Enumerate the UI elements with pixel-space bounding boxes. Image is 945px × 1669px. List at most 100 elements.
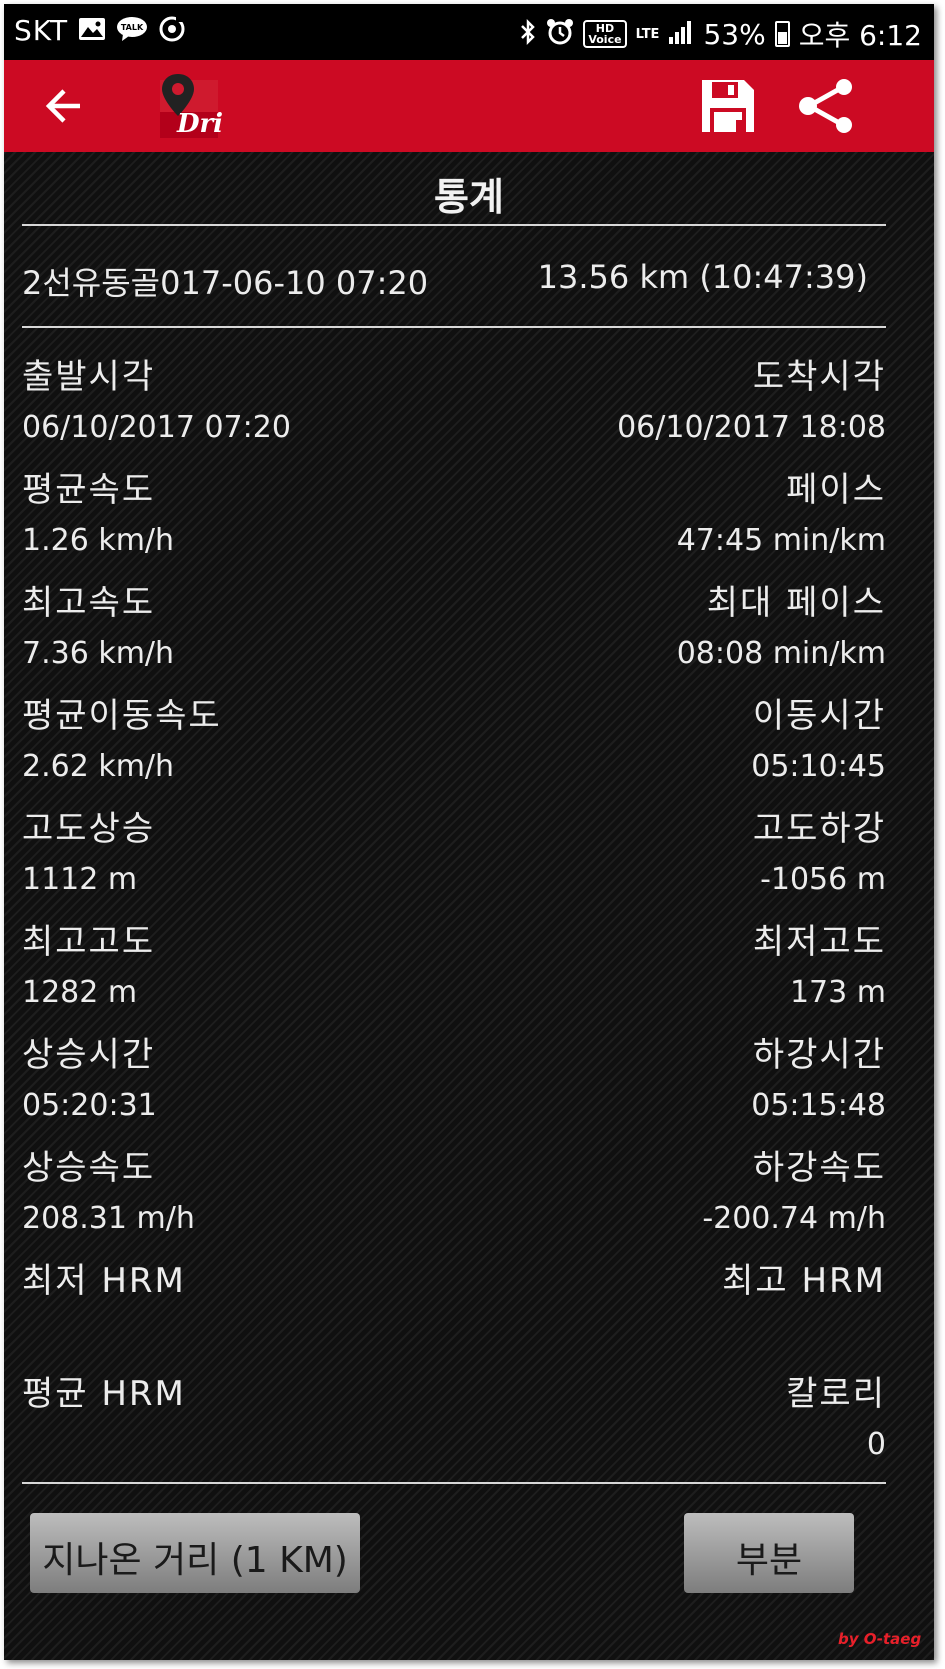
save-button[interactable] [696, 74, 760, 138]
phone-screen: SKT TALK HD Voice LTE 53% 오후 6:12 Dri 통계… [4, 4, 934, 1660]
stat-value: 06/10/2017 07:20 [22, 410, 291, 445]
share-button[interactable] [794, 74, 858, 138]
battery-percent: 53% [703, 17, 766, 51]
stat-left: 평균속도 1.26 km/h [22, 469, 174, 561]
stat-value: 06/10/2017 18:08 [617, 410, 886, 445]
stat-label: 최대 페이스 [706, 583, 886, 623]
app-logo: Dri [154, 72, 222, 142]
stat-label: 최저고도 [752, 922, 886, 962]
stat-label: 하강속도 [752, 1148, 886, 1188]
trip-name: 2선유동골017-06-10 07:20 [22, 264, 429, 302]
app-logo-icon: Dri [160, 74, 222, 139]
stat-label: 이동시간 [752, 696, 886, 736]
stat-left: 상승시간 05:20:31 [22, 1034, 157, 1126]
stat-left: 평균 HRM [22, 1373, 186, 1425]
stat-left: 고도상승 1112 m [22, 808, 155, 900]
stat-value: 208.31 m/h [22, 1201, 195, 1236]
stat-value: -1056 m [760, 862, 886, 897]
stat-row: 평균 HRM 칼로리 0 [22, 1373, 886, 1487]
stat-label: 도착시각 [752, 357, 886, 397]
distance-button[interactable]: 지나온 거리 (1 KM) [30, 1513, 360, 1593]
signal-icon [668, 19, 694, 49]
stat-label: 상승시간 [22, 1035, 156, 1075]
status-bar: SKT TALK HD Voice LTE 53% 오후 6:12 [4, 4, 934, 60]
stat-label: 최고속도 [22, 583, 156, 623]
stat-left: 평균이동속도 2.62 km/h [22, 695, 222, 787]
stat-value: 05:10:45 [751, 749, 886, 784]
hd-voice-icon: HD Voice [583, 20, 627, 48]
stat-row: 상승시간 05:20:31 하강시간 05:15:48 [22, 1034, 886, 1148]
stat-right: 페이스 47:45 min/km [677, 469, 886, 561]
stat-left: 출발시각 06/10/2017 07:20 [22, 356, 291, 448]
stat-label: 칼로리 [786, 1374, 886, 1414]
stat-left: 상승속도 208.31 m/h [22, 1147, 195, 1239]
stat-value: 05:20:31 [22, 1088, 157, 1123]
stat-left: 최저 HRM [22, 1260, 186, 1312]
stat-label: 평균이동속도 [22, 696, 222, 736]
stat-row: 상승속도 208.31 m/h 하강속도 -200.74 m/h [22, 1147, 886, 1261]
stat-row: 최저 HRM 최고 HRM [22, 1260, 886, 1374]
carrier-label: SKT [14, 14, 69, 47]
stat-right: 하강속도 -200.74 m/h [702, 1147, 886, 1239]
page-title: 통계 [434, 175, 504, 219]
share-icon [799, 79, 852, 133]
stat-right: 하강시간 05:15:48 [751, 1034, 886, 1126]
stat-right: 최저고도 173 m [753, 921, 886, 1013]
stat-left: 최고고도 1282 m [22, 921, 155, 1013]
stat-label: 하강시간 [752, 1035, 886, 1075]
sync-icon [158, 15, 186, 47]
summary-divider [22, 326, 886, 328]
statistics-panel: 통계 2선유동골017-06-10 07:20 13.56 km (10:47:… [4, 152, 934, 1660]
back-button[interactable] [32, 74, 96, 138]
stat-label: 평균속도 [22, 470, 156, 510]
watermark: by O-taeg [838, 1630, 922, 1648]
stat-right: 칼로리 0 [786, 1373, 886, 1465]
stat-right: 이동시간 05:10:45 [751, 695, 886, 787]
title-divider [22, 224, 886, 226]
stat-label: 고도상승 [22, 809, 156, 849]
kakaotalk-icon: TALK [116, 16, 148, 46]
gallery-icon [78, 17, 106, 45]
footer-divider [22, 1482, 886, 1484]
stat-value: 05:15:48 [751, 1088, 886, 1123]
stat-label: 최고 HRM [722, 1261, 886, 1301]
lte-icon: LTE [635, 26, 660, 42]
stat-right: 도착시각 06/10/2017 18:08 [617, 356, 886, 448]
stat-value: 1112 m [22, 862, 138, 897]
stat-right: 최대 페이스 08:08 min/km [677, 582, 886, 674]
stat-row: 평균속도 1.26 km/h 페이스 47:45 min/km [22, 469, 886, 583]
stat-value: 7.36 km/h [22, 636, 175, 671]
stat-label: 최저 HRM [22, 1261, 186, 1301]
stat-row: 최고고도 1282 m 최저고도 173 m [22, 921, 886, 1035]
stat-value: 1.26 km/h [22, 523, 175, 558]
stat-row: 고도상승 1112 m 고도하강 -1056 m [22, 808, 886, 922]
svg-text:TALK: TALK [121, 23, 144, 32]
alarm-icon [546, 18, 574, 50]
stat-label: 상승속도 [22, 1148, 156, 1188]
stat-label: 평균 HRM [22, 1374, 186, 1414]
clock: 오후 6:12 [798, 19, 922, 52]
stat-value: 173 m [789, 975, 886, 1010]
stat-row: 최고속도 7.36 km/h 최대 페이스 08:08 min/km [22, 582, 886, 696]
stat-label: 페이스 [786, 470, 886, 510]
stat-value: 47:45 min/km [676, 523, 886, 558]
stat-label: 최고고도 [22, 922, 156, 962]
stat-row: 평균이동속도 2.62 km/h 이동시간 05:10:45 [22, 695, 886, 809]
stat-label: 출발시각 [22, 357, 156, 397]
stat-right: 최고 HRM [722, 1260, 886, 1312]
trip-summary: 13.56 km (10:47:39) [537, 258, 868, 296]
stat-left: 최고속도 7.36 km/h [22, 582, 174, 674]
stat-value: 2.62 km/h [22, 749, 175, 784]
stat-value: 1282 m [22, 975, 138, 1010]
bluetooth-icon [519, 18, 537, 50]
stat-label: 고도하강 [752, 809, 886, 849]
svg-text:Dri: Dri [176, 109, 222, 139]
stat-value: -200.74 m/h [702, 1201, 886, 1236]
stat-row: 출발시각 06/10/2017 07:20 도착시각 06/10/2017 18:08 [22, 356, 886, 470]
back-arrow-icon [45, 89, 80, 123]
battery-icon [774, 21, 790, 47]
stat-right: 고도하강 -1056 m [753, 808, 886, 900]
stat-value: 0 [866, 1427, 886, 1462]
section-button[interactable]: 부분 [684, 1513, 854, 1593]
save-icon [702, 80, 754, 132]
